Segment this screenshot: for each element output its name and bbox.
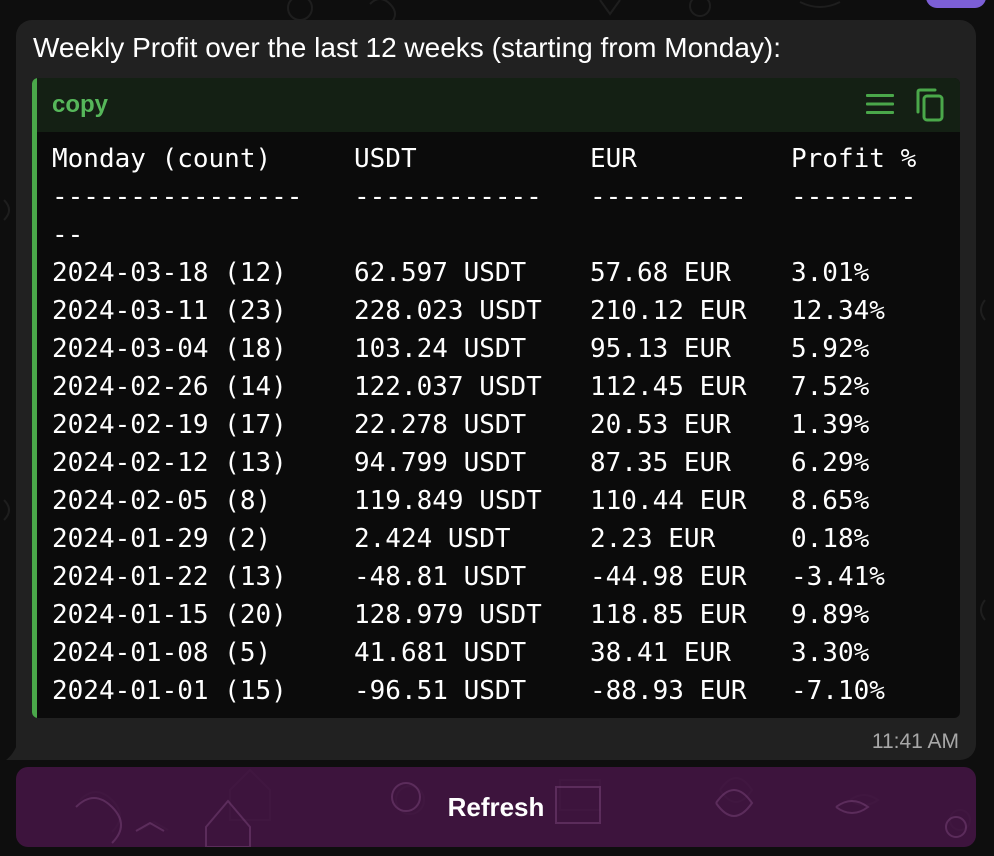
table-row: 2024-01-22 (13) -48.81 USDT -44.98 EUR -… — [52, 558, 950, 596]
cell-usdt: -96.51 USDT — [354, 676, 527, 706]
column-header-usdt: USDT — [354, 144, 417, 174]
cell-usdt: 103.24 USDT — [354, 334, 527, 364]
code-language-label[interactable]: copy — [52, 89, 108, 121]
cell-profit: 5.92% — [791, 334, 870, 364]
cell-profit: 7.52% — [791, 372, 870, 402]
message-timestamp: 11:41 AM — [871, 730, 959, 753]
cell-eur: 20.53 EUR — [590, 410, 731, 440]
cell-eur: 112.45 EUR — [590, 372, 747, 402]
cell-profit: 12.34% — [791, 296, 885, 326]
column-header-monday: Monday (count) — [52, 144, 272, 174]
cell-usdt: 94.799 USDT — [354, 448, 527, 478]
copy-icon[interactable] — [915, 88, 945, 122]
refresh-button[interactable]: Refresh — [16, 767, 976, 847]
cell-eur: 210.12 EUR — [590, 296, 747, 326]
cell-profit: 6.29% — [791, 448, 870, 478]
cell-usdt: 122.037 USDT — [354, 372, 542, 402]
cell-eur: 57.68 EUR — [590, 258, 731, 288]
cell-usdt: 41.681 USDT — [354, 638, 527, 668]
table-row: 2024-02-26 (14) 122.037 USDT 112.45 EUR … — [52, 368, 950, 406]
cell-monday-count: 2024-03-11 (23) — [52, 296, 287, 326]
table-row: 2024-01-08 (5) 41.681 USDT 38.41 EUR 3.3… — [52, 634, 950, 672]
separator-cell: ------------ — [354, 182, 542, 212]
cell-monday-count: 2024-03-18 (12) — [52, 258, 287, 288]
cell-profit: 3.30% — [791, 638, 870, 668]
code-block: copy Monday (count) USDT EUR Profit % --… — [32, 78, 960, 718]
cell-eur: -88.93 EUR — [590, 676, 747, 706]
cell-monday-count: 2024-01-15 (20) — [52, 600, 287, 630]
table-row: 2024-01-15 (20) 128.979 USDT 118.85 EUR … — [52, 596, 950, 634]
column-header-profit: Profit % — [791, 144, 917, 174]
cell-profit: 8.65% — [791, 486, 870, 516]
cell-usdt: 2.424 USDT — [354, 524, 511, 554]
cell-eur: -44.98 EUR — [590, 562, 747, 592]
table-row: 2024-02-05 (8) 119.849 USDT 110.44 EUR 8… — [52, 482, 950, 520]
table-header-row: Monday (count) USDT EUR Profit % — [52, 140, 950, 178]
table-row: 2024-01-01 (15) -96.51 USDT -88.93 EUR -… — [52, 672, 950, 710]
previous-message-bubble — [926, 0, 986, 8]
cell-profit: 3.01% — [791, 258, 870, 288]
cell-monday-count: 2024-02-12 (13) — [52, 448, 287, 478]
cell-profit: 0.18% — [791, 524, 870, 554]
table-row: 2024-03-11 (23) 228.023 USDT 210.12 EUR … — [52, 292, 950, 330]
cell-usdt: 128.979 USDT — [354, 600, 542, 630]
cell-eur: 38.41 EUR — [590, 638, 731, 668]
cell-profit: 9.89% — [791, 600, 870, 630]
cell-profit: 1.39% — [791, 410, 870, 440]
cell-eur: 118.85 EUR — [590, 600, 747, 630]
table-separator-row: ---------------- ------------ ----------… — [52, 178, 950, 216]
cell-monday-count: 2024-02-26 (14) — [52, 372, 287, 402]
code-block-header: copy — [37, 78, 960, 132]
cell-monday-count: 2024-02-05 (8) — [52, 486, 272, 516]
message-title: Weekly Profit over the last 12 weeks (st… — [33, 32, 781, 63]
table-row: 2024-03-18 (12) 62.597 USDT 57.68 EUR 3.… — [52, 254, 950, 292]
cell-monday-count: 2024-01-08 (5) — [52, 638, 272, 668]
cell-eur: 87.35 EUR — [590, 448, 731, 478]
table-row: 2024-02-19 (17) 22.278 USDT 20.53 EUR 1.… — [52, 406, 950, 444]
cell-usdt: -48.81 USDT — [354, 562, 527, 592]
table-row: 2024-02-12 (13) 94.799 USDT 87.35 EUR 6.… — [52, 444, 950, 482]
cell-monday-count: 2024-02-19 (17) — [52, 410, 287, 440]
cell-usdt: 119.849 USDT — [354, 486, 542, 516]
separator-cell: -------- — [791, 182, 917, 212]
cell-profit: -3.41% — [791, 562, 885, 592]
refresh-button-label: Refresh — [447, 792, 545, 822]
cell-usdt: 62.597 USDT — [354, 258, 527, 288]
table-row: 2024-03-04 (18) 103.24 USDT 95.13 EUR 5.… — [52, 330, 950, 368]
cell-monday-count: 2024-01-22 (13) — [52, 562, 287, 592]
cell-monday-count: 2024-03-04 (18) — [52, 334, 287, 364]
table-row: 2024-01-29 (2) 2.424 USDT 2.23 EUR 0.18% — [52, 520, 950, 558]
separator-wrap-cell: -- — [52, 220, 84, 250]
separator-cell: ---------- — [590, 182, 747, 212]
table-separator-wrap-row: -- — [52, 216, 950, 254]
cell-eur: 110.44 EUR — [590, 486, 747, 516]
cell-usdt: 22.278 USDT — [354, 410, 527, 440]
code-table: Monday (count) USDT EUR Profit % -------… — [52, 140, 950, 710]
cell-monday-count: 2024-01-01 (15) — [52, 676, 287, 706]
column-header-eur: EUR — [590, 144, 637, 174]
cell-profit: -7.10% — [791, 676, 885, 706]
cell-usdt: 228.023 USDT — [354, 296, 542, 326]
code-block-accent-bar — [32, 78, 37, 718]
cell-eur: 2.23 EUR — [590, 524, 716, 554]
hamburger-menu-icon[interactable] — [866, 93, 894, 115]
separator-cell: ---------------- — [52, 182, 303, 212]
cell-monday-count: 2024-01-29 (2) — [52, 524, 272, 554]
cell-eur: 95.13 EUR — [590, 334, 731, 364]
message-bubble: Weekly Profit over the last 12 weeks (st… — [16, 20, 976, 760]
